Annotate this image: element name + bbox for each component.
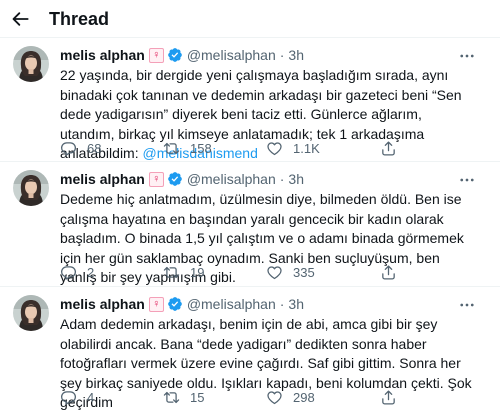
like-icon	[266, 140, 283, 157]
page-title: Thread	[49, 9, 110, 29]
tweet-2[interactable]: melis alphan ♀ @melisalphan · 3h Dedeme …	[0, 163, 500, 287]
back-arrow-icon[interactable]	[10, 8, 32, 30]
tweet-actions: 68 158 1.1K	[60, 140, 480, 160]
separator-dot: ·	[279, 296, 285, 312]
reply-icon	[60, 264, 77, 281]
like-count: 298	[293, 390, 315, 405]
thread-header: Thread	[0, 0, 500, 38]
retweet-count: 15	[190, 390, 205, 405]
female-sign-emoji: ♀	[148, 47, 164, 63]
retweet-button[interactable]: 19	[163, 264, 204, 281]
reply-button[interactable]: 2	[60, 264, 94, 281]
more-icon[interactable]	[458, 171, 476, 189]
author-name[interactable]: melis alphan	[60, 296, 145, 312]
retweet-button[interactable]: 15	[163, 389, 204, 406]
share-icon	[380, 389, 397, 406]
tweet-meta: melis alphan ♀ @melisalphan · 3h	[60, 169, 304, 189]
separator-dot: ·	[279, 47, 285, 63]
female-sign-emoji: ♀	[148, 296, 164, 312]
author-handle[interactable]: @melisalphan	[187, 171, 276, 187]
female-sign-emoji: ♀	[148, 171, 164, 187]
timestamp[interactable]: 3h	[288, 171, 304, 187]
like-count: 1.1K	[293, 141, 320, 156]
like-icon	[266, 389, 283, 406]
retweet-icon	[163, 264, 180, 281]
tweet-3[interactable]: melis alphan ♀ @melisalphan · 3h Adam de…	[0, 288, 500, 417]
timestamp[interactable]: 3h	[288, 296, 304, 312]
retweet-icon	[163, 389, 180, 406]
retweet-count: 158	[190, 141, 212, 156]
share-icon	[380, 140, 397, 157]
reply-count: 4	[87, 390, 95, 405]
verified-badge-icon	[167, 47, 183, 63]
timestamp[interactable]: 3h	[288, 47, 304, 63]
like-button[interactable]: 1.1K	[266, 140, 320, 157]
tweet-meta: melis alphan ♀ @melisalphan · 3h	[60, 45, 304, 65]
reply-icon	[60, 389, 77, 406]
like-button[interactable]: 335	[266, 264, 315, 281]
author-handle[interactable]: @melisalphan	[187, 47, 276, 63]
retweet-button[interactable]: 158	[163, 140, 212, 157]
reply-button[interactable]: 68	[60, 140, 101, 157]
like-button[interactable]: 298	[266, 389, 315, 406]
share-button[interactable]	[380, 389, 397, 406]
avatar[interactable]	[13, 295, 49, 331]
share-button[interactable]	[380, 140, 397, 157]
verified-badge-icon	[167, 296, 183, 312]
retweet-count: 19	[190, 265, 205, 280]
reply-icon	[60, 140, 77, 157]
avatar[interactable]	[13, 46, 49, 82]
like-count: 335	[293, 265, 315, 280]
reply-button[interactable]: 4	[60, 389, 94, 406]
tweet-actions: 2 19 335	[60, 264, 480, 284]
avatar[interactable]	[13, 170, 49, 206]
tweet-meta: melis alphan ♀ @melisalphan · 3h	[60, 294, 304, 314]
author-name[interactable]: melis alphan	[60, 171, 145, 187]
author-handle[interactable]: @melisalphan	[187, 296, 276, 312]
share-icon	[380, 264, 397, 281]
more-icon[interactable]	[458, 296, 476, 314]
share-button[interactable]	[380, 264, 397, 281]
more-icon[interactable]	[458, 47, 476, 65]
tweet-1[interactable]: melis alphan ♀ @melisalphan · 3h 22 yaşı…	[0, 39, 500, 162]
reply-count: 68	[87, 141, 102, 156]
author-name[interactable]: melis alphan	[60, 47, 145, 63]
reply-count: 2	[87, 265, 95, 280]
like-icon	[266, 264, 283, 281]
separator-dot: ·	[279, 171, 285, 187]
tweet-actions: 4 15 298	[60, 389, 480, 409]
retweet-icon	[163, 140, 180, 157]
verified-badge-icon	[167, 171, 183, 187]
